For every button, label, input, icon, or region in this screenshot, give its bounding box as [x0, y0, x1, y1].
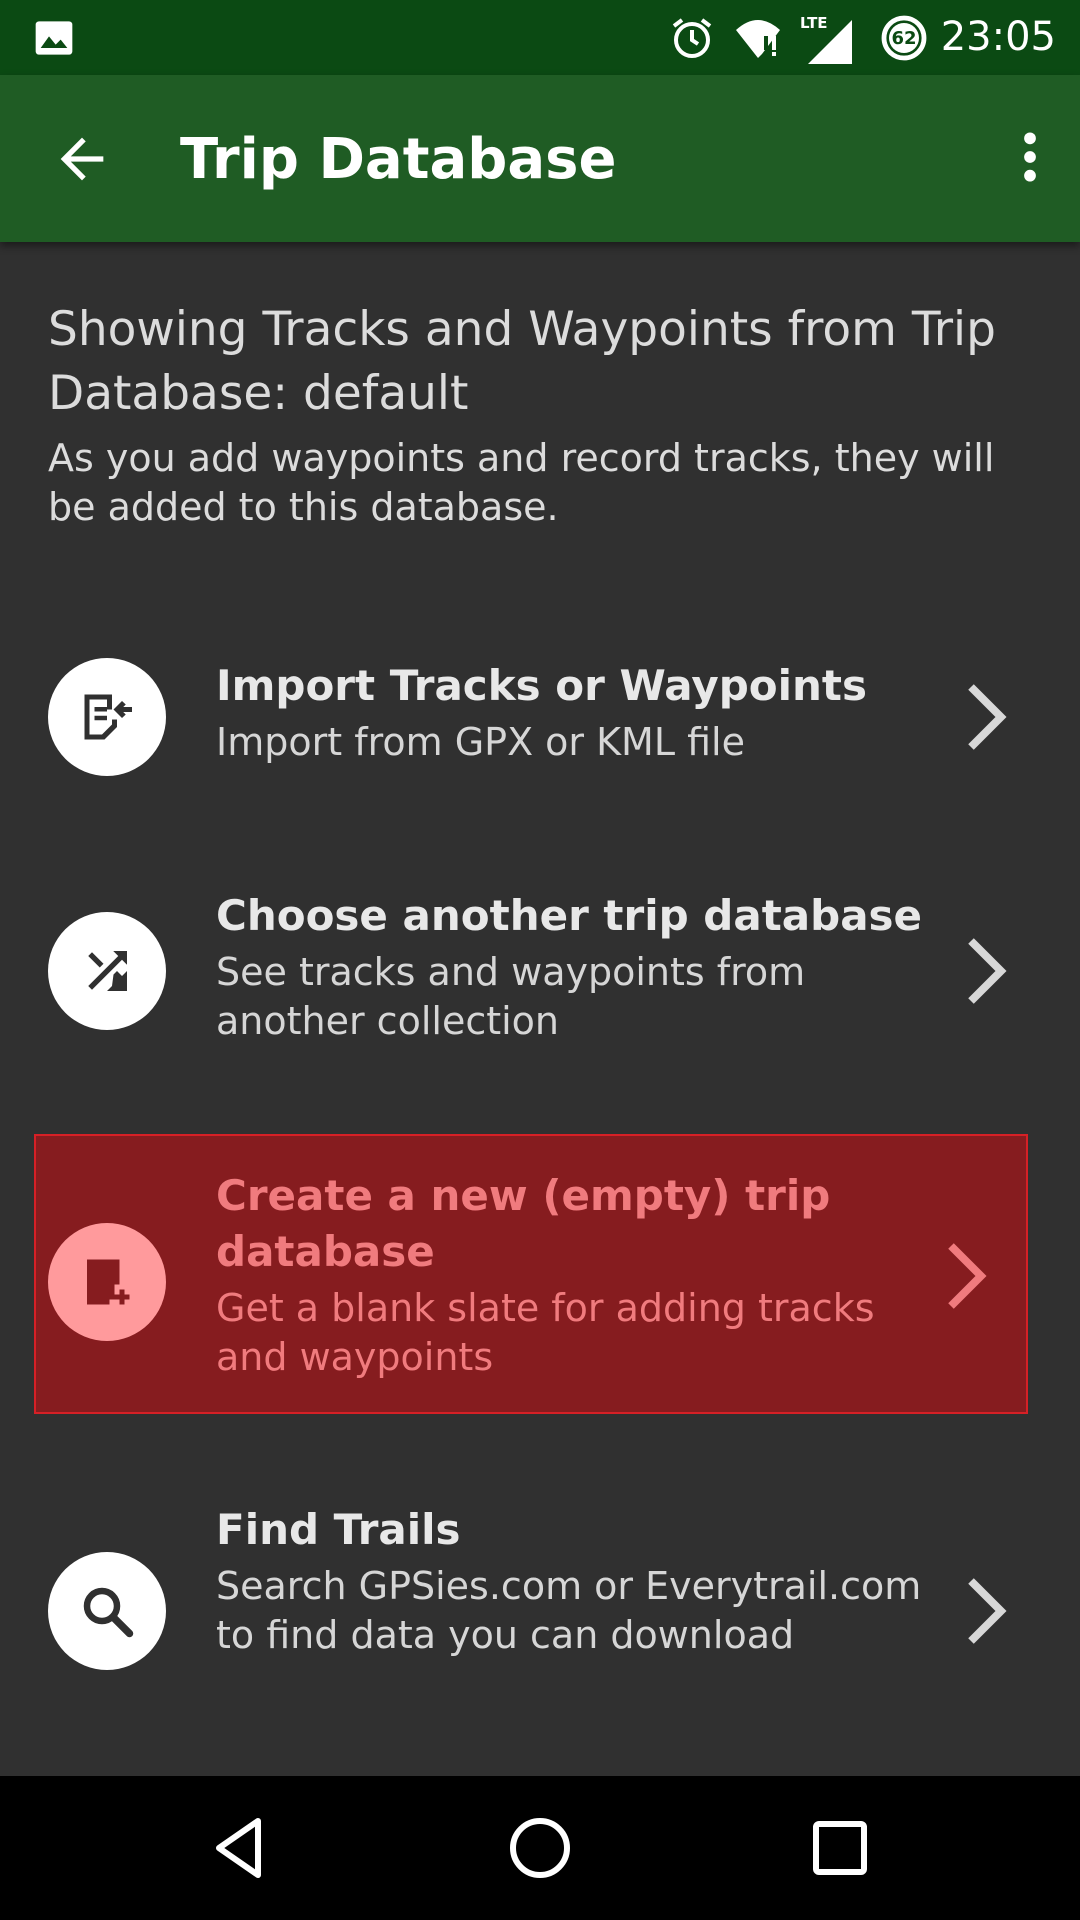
option-find-trails[interactable]: Find Trails Search GPSies.com or Everytr… — [0, 1496, 1080, 1726]
search-icon-circle — [48, 1552, 166, 1670]
recents-square-icon[interactable] — [804, 1812, 876, 1884]
option-texts: Import Tracks or Waypoints Import from G… — [216, 658, 936, 767]
app-bar: Trip Database — [0, 75, 1080, 242]
status-time: 23:05 — [940, 14, 1056, 60]
shuffle-icon-circle — [48, 912, 166, 1030]
new-database-icon-circle — [48, 1223, 166, 1341]
intro-text: As you add waypoints and record tracks, … — [48, 436, 995, 529]
option-title: Create a new (empty) trip database — [216, 1171, 831, 1276]
intro-title: Showing Tracks and Waypoints from Trip D… — [48, 302, 996, 421]
chevron-right-icon — [968, 1578, 1007, 1644]
status-bar: LTE 62 23:05 — [0, 0, 1080, 75]
option-create-database[interactable]: Create a new (empty) trip database Get a… — [34, 1134, 1028, 1414]
import-icon-circle — [48, 658, 166, 776]
option-title: Import Tracks or Waypoints — [216, 661, 867, 710]
home-circle-icon[interactable] — [504, 1812, 576, 1884]
intro-section: Showing Tracks and Waypoints from Trip D… — [48, 298, 1038, 532]
alarm-icon — [672, 18, 712, 58]
wifi-icon — [736, 20, 780, 58]
option-subtitle: Search GPSies.com or Everytrail.com to f… — [216, 1564, 922, 1657]
option-title: Choose another trip database — [216, 891, 923, 940]
option-texts: Create a new (empty) trip database Get a… — [216, 1168, 936, 1382]
option-texts: Choose another trip database See tracks … — [216, 888, 936, 1046]
option-choose-database[interactable]: Choose another trip database See tracks … — [0, 874, 1080, 1068]
option-texts: Find Trails Search GPSies.com or Everytr… — [216, 1502, 936, 1660]
chevron-right-icon — [968, 938, 1007, 1004]
image-icon — [35, 21, 73, 55]
page-title: Trip Database — [180, 127, 617, 192]
new-database-icon — [87, 1259, 130, 1305]
chevron-right-icon — [968, 684, 1007, 750]
back-triangle-icon[interactable] — [204, 1812, 276, 1884]
navigation-bar — [0, 1776, 1080, 1920]
option-import[interactable]: Import Tracks or Waypoints Import from G… — [0, 620, 1080, 814]
lte-signal-icon — [808, 20, 852, 64]
option-subtitle: See tracks and waypoints from another co… — [216, 950, 806, 1043]
search-icon — [83, 1587, 134, 1638]
battery-level: 62 — [891, 28, 917, 49]
chevron-right-icon — [948, 1243, 987, 1309]
back-arrow-icon[interactable] — [50, 127, 114, 191]
option-title: Find Trails — [216, 1505, 461, 1554]
more-vert-icon[interactable] — [998, 125, 1062, 189]
option-subtitle: Import from GPX or KML file — [216, 720, 745, 764]
option-subtitle: Get a blank slate for adding tracks and … — [216, 1286, 875, 1379]
shuffle-icon — [88, 951, 127, 991]
import-icon — [84, 694, 132, 740]
